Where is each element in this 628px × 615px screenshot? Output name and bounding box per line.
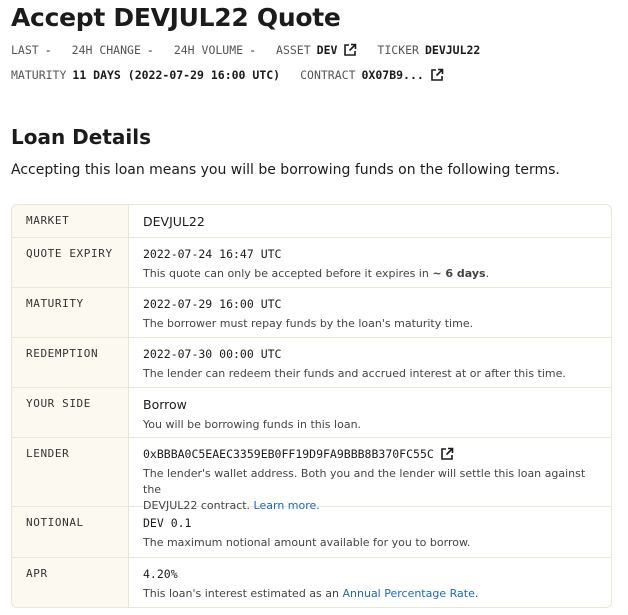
note-suffix: . bbox=[474, 587, 479, 600]
quote-expiry-value: 2022-07-24 16:47 UTC bbox=[143, 247, 282, 261]
row-value-cell: 2022-07-29 16:00 UTC The borrower must r… bbox=[129, 288, 611, 337]
last-label: LAST bbox=[11, 43, 39, 57]
market-value: DEVJUL22 bbox=[143, 214, 205, 229]
row-value-cell: 4.20% This loan's interest estimated as … bbox=[129, 558, 611, 607]
loan-details-table: MARKET DEVJUL22 QUOTE EXPIRY 2022-07-24 … bbox=[11, 204, 612, 608]
redemption-note: The lender can redeem their funds and ac… bbox=[143, 367, 566, 380]
note-text: This quote can only be accepted before i… bbox=[143, 267, 429, 280]
lender-address: 0xBBBA0C5EAEC3359EB0FF19D9FA9BBB8B370FC5… bbox=[143, 447, 434, 461]
row-key: YOUR SIDE bbox=[12, 388, 129, 437]
note-suffix: . bbox=[485, 267, 490, 280]
apr-value: 4.20% bbox=[143, 567, 178, 581]
contract-info-row: MATURITY 11 DAYS (2022-07-29 16:00 UTC) … bbox=[11, 66, 464, 84]
row-key: QUOTE EXPIRY bbox=[12, 238, 129, 287]
contract-value: 0X07B9... bbox=[361, 68, 424, 82]
row-key: LENDER bbox=[12, 438, 129, 506]
contract-label: CONTRACT bbox=[300, 68, 356, 82]
maturity-label: MATURITY bbox=[11, 68, 67, 82]
volume-value: - bbox=[249, 43, 257, 57]
lender-address-row: 0xBBBA0C5EAEC3359EB0FF19D9FA9BBB8B370FC5… bbox=[143, 447, 597, 461]
details-row-maturity: MATURITY 2022-07-29 16:00 UTC The borrow… bbox=[12, 287, 611, 337]
page-title: Accept DEVJUL22 Quote bbox=[11, 3, 341, 32]
asset-stat: ASSET DEV bbox=[276, 43, 357, 57]
apr-link[interactable]: Annual Percentage Rate bbox=[343, 587, 475, 600]
contract-stat: CONTRACT 0X07B9... bbox=[300, 68, 444, 82]
quote-expiry-note: This quote can only be accepted before i… bbox=[143, 266, 597, 282]
external-link-icon[interactable] bbox=[440, 447, 454, 461]
details-row-notional: NOTIONAL DEV 0.1 The maximum notional am… bbox=[12, 506, 611, 557]
last-stat: LAST - bbox=[11, 43, 52, 57]
details-row-market: MARKET DEVJUL22 bbox=[12, 205, 611, 237]
external-link-icon[interactable] bbox=[430, 68, 444, 82]
maturity-value: 11 DAYS (2022-07-29 16:00 UTC) bbox=[72, 68, 281, 82]
details-row-apr: APR 4.20% This loan's interest estimated… bbox=[12, 557, 611, 607]
section-description: Accepting this loan means you will be bo… bbox=[11, 162, 560, 178]
maturity-note: The borrower must repay funds by the loa… bbox=[143, 317, 474, 330]
row-value-cell: 2022-07-24 16:47 UTC This quote can only… bbox=[129, 238, 611, 287]
maturity-date: 2022-07-29 16:00 UTC bbox=[143, 297, 282, 311]
row-key: NOTIONAL bbox=[12, 507, 129, 557]
row-key: REDEMPTION bbox=[12, 338, 129, 387]
row-value-cell: 0xBBBA0C5EAEC3359EB0FF19D9FA9BBB8B370FC5… bbox=[129, 438, 611, 512]
ticker-label: TICKER bbox=[377, 43, 419, 57]
details-row-lender: LENDER 0xBBBA0C5EAEC3359EB0FF19D9FA9BBB8… bbox=[12, 437, 611, 512]
apr-note: This loan's interest estimated as an Ann… bbox=[143, 586, 597, 602]
section-title: Loan Details bbox=[11, 125, 152, 149]
row-value-cell: 2022-07-30 00:00 UTC The lender can rede… bbox=[129, 338, 611, 387]
ticker-stat: TICKER DEVJUL22 bbox=[377, 43, 480, 57]
lender-note-line1: The lender's wallet address. Both you an… bbox=[143, 467, 586, 496]
row-key: APR bbox=[12, 558, 129, 607]
last-value: - bbox=[44, 43, 52, 57]
maturity-stat: MATURITY 11 DAYS (2022-07-29 16:00 UTC) bbox=[11, 68, 280, 82]
side-note: You will be borrowing funds in this loan… bbox=[143, 418, 362, 431]
change-label: 24H CHANGE bbox=[71, 43, 141, 57]
change-value: - bbox=[146, 43, 154, 57]
row-value-cell: DEVJUL22 bbox=[129, 205, 611, 237]
details-row-redemption: REDEMPTION 2022-07-30 00:00 UTC The lend… bbox=[12, 337, 611, 387]
notional-note: The maximum notional amount available fo… bbox=[143, 536, 471, 549]
note-text: This loan's interest estimated as an bbox=[143, 587, 339, 600]
side-value: Borrow bbox=[143, 397, 187, 412]
row-key: MATURITY bbox=[12, 288, 129, 337]
row-key: MARKET bbox=[12, 205, 129, 237]
change-stat: 24H CHANGE - bbox=[72, 43, 154, 57]
row-value-cell: DEV 0.1 The maximum notional amount avai… bbox=[129, 507, 611, 557]
details-row-quote-expiry: QUOTE EXPIRY 2022-07-24 16:47 UTC This q… bbox=[12, 237, 611, 287]
redemption-date: 2022-07-30 00:00 UTC bbox=[143, 347, 282, 361]
notional-value: DEV 0.1 bbox=[143, 516, 192, 530]
expiry-countdown: ~ 6 days bbox=[432, 267, 486, 280]
external-link-icon[interactable] bbox=[343, 43, 357, 57]
row-value-cell: Borrow You will be borrowing funds in th… bbox=[129, 388, 611, 437]
details-row-your-side: YOUR SIDE Borrow You will be borrowing f… bbox=[12, 387, 611, 437]
volume-stat: 24H VOLUME - bbox=[174, 43, 256, 57]
asset-value: DEV bbox=[316, 43, 338, 57]
market-stats-row: LAST - 24H CHANGE - 24H VOLUME - ASSET D… bbox=[11, 41, 500, 59]
volume-label: 24H VOLUME bbox=[173, 43, 244, 57]
ticker-value: DEVJUL22 bbox=[424, 43, 481, 57]
asset-label: ASSET bbox=[276, 43, 311, 57]
